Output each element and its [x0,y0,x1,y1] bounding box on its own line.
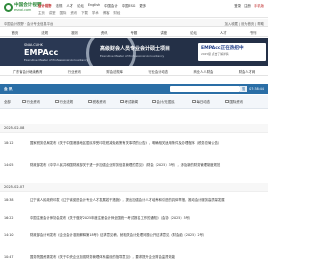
top-nav-item[interactable]: 论坛 [77,3,84,8]
banner-headline-block: 高级财会人员专业会计硕士项目 Executive Master of Profe… [100,45,195,58]
banner-headline-sub: Executive Master of Professional Account… [100,54,165,58]
filter-option-label: 国际资讯 [229,100,244,104]
checkbox-icon[interactable] [225,99,229,104]
logo-mark-icon [4,3,13,12]
link-strip: 广东省会计继续教育 行业资讯 财会法规库 行业会计动态 商业人人财会 财会人才网 [0,67,268,76]
current-time: 07:38:44 [249,87,264,91]
news-text[interactable]: 财政部发布《中华人民共和国财政部关于进一步加强企业财务信息管理的意见》（财会〔2… [30,163,264,168]
top-nav2-item[interactable]: 讲堂 [49,10,56,15]
checkbox-icon[interactable] [22,99,26,104]
news-search-input[interactable] [170,86,240,92]
top-header: 中国会计视野 esnai.com 会计视野 法规 人才 论坛 English 中… [0,0,268,18]
news-text[interactable]: 财政部会计司发布《企业会计准则解释第18号》征求意见稿，就相关会计处理问题公开征… [30,233,264,238]
checkbox-icon[interactable] [88,99,92,104]
top-nav2-item[interactable]: 主页 [38,10,45,15]
main-nav-item[interactable]: 论坛 [190,30,197,35]
login-link[interactable]: 登录 [234,3,241,8]
banner-left: SNAI-CUHK EMPAcc Executive Master of Pro… [0,38,90,66]
link-strip-item[interactable]: 财会法规库 [106,69,122,74]
link-strip-item[interactable]: 行业资讯 [68,69,81,74]
banner-program: EMPAcc [24,48,59,57]
news-search-button[interactable]: 搜 [240,86,247,92]
top-nav2-item[interactable]: 资讯 [70,10,77,15]
date-group-header: 2025-02-08 [0,124,268,133]
news-text[interactable]: 中国注册会计师协会发布《关于做好2025年度注册会计师全国统一考试报名工作的通知… [30,216,264,221]
category-filters: 全部 行业资讯 行业法规 税收资讯 考试新闻 会计/无居民 每日动态 国际资讯 [0,95,268,109]
checkbox-icon[interactable] [55,99,59,104]
promo-banner[interactable]: SNAI-CUHK EMPAcc Executive Master of Pro… [0,38,268,66]
news-time: 14:05 [4,163,14,167]
top-nav-item[interactable]: 中国ESG [122,3,136,8]
filter-all-label[interactable]: 全部 [4,99,11,104]
site-logo[interactable]: 中国会计视野 esnai.com [4,2,42,16]
main-nav-item[interactable]: 法规 [41,30,48,35]
main-nav-item[interactable]: 人才 [220,30,227,35]
top-nav-item[interactable]: 会计视野 [38,3,52,8]
date-group-header: 2025-02-07 [0,183,268,192]
banner-cta-sub: 2025级 点击了解详情 [201,52,229,56]
register-link[interactable]: 注册 [244,3,251,8]
link-strip-item[interactable]: 行业会计动态 [148,69,168,74]
section-title-bar: 会 讯 搜 07:38:44 [0,84,268,94]
main-nav-item[interactable]: 准则 [71,30,78,35]
checkbox-icon[interactable] [120,99,124,104]
filter-option[interactable]: 行业资讯 [22,99,40,104]
filter-option-label: 会计/无居民 [156,100,175,104]
news-text[interactable]: 国家税务总局发布《关于中国港澳地区居民享受印花税减免政策有关事项的公告》，明确相… [30,141,264,146]
top-nav-item[interactable]: 更多 [139,3,146,8]
sub-bar-left: 中国会计视野 · 会计专业信息平台 [4,22,54,26]
top-nav-item[interactable]: English [88,3,100,8]
section-title: 会 讯 [4,87,13,91]
banner-headline: 高级财会人员专业会计硕士项目 [100,46,171,52]
news-text[interactable]: 国务院国资委发布《关于中央企业加强财务管理体系建设的指导意见》，要求提升企业财会… [30,255,264,260]
main-nav-item[interactable]: 书刊 [250,30,257,35]
link-strip-item[interactable]: 财会人才网 [239,69,255,74]
news-time: 10:47 [4,255,14,259]
filter-option-label: 考试新闻 [124,100,139,104]
mobile-link[interactable]: 手机版 [254,3,264,8]
top-nav2-item[interactable]: 博客 [103,10,110,15]
main-nav-item[interactable]: 专题 [131,30,138,35]
link-strip-item[interactable]: 广东省会计继续教育 [13,69,43,74]
main-nav: 首页 法规 准则 资讯 专题 讲座 论坛 人才 书刊 [0,28,268,37]
top-nav-secondary: 主页 讲堂 国际 资讯 下载 学术 博客 财经 [38,10,120,15]
link-strip-item[interactable]: 商业人人财会 [194,69,214,74]
filter-option-label: 行业资讯 [26,100,41,104]
filter-option-label: 税收资讯 [92,100,107,104]
filter-option-label: 行业法规 [59,100,74,104]
top-nav2-item[interactable]: 国际 [60,10,67,15]
filter-option[interactable]: 每日动态 [192,99,210,104]
news-time: 14:10 [4,233,14,237]
sub-bar: 中国会计视野 · 会计专业信息平台 加入收藏 | 设为首页 | 帮助 [0,19,268,27]
banner-kicker: SNAI-CUHK [24,43,43,47]
banner-program-sub: Executive Master of Professional Account… [24,58,89,62]
filter-option-label: 每日动态 [196,100,211,104]
top-nav2-item[interactable]: 学术 [92,10,99,15]
banner-cta-title: EMPAcc正在热招中 [201,46,244,51]
banner-cta[interactable]: EMPAcc正在热招中 2025级 点击了解详情 [198,43,266,61]
main-nav-item[interactable]: 首页 [11,30,18,35]
checkbox-icon[interactable] [152,99,156,104]
sub-bar-right[interactable]: 加入收藏 | 设为首页 | 帮助 [225,21,264,26]
top-nav2-item[interactable]: 下载 [81,10,88,15]
main-nav-item[interactable]: 讲座 [160,30,167,35]
user-area: 登录 注册 手机版 [234,3,264,8]
filter-option[interactable]: 国际资讯 [225,99,243,104]
top-nav-item[interactable]: 法规 [56,3,63,8]
news-time: 18:12 [4,141,14,145]
top-nav-item[interactable]: 中国会计 [104,3,118,8]
logo-url: esnai.com [14,8,32,12]
top-nav-primary: 会计视野 法规 人才 论坛 English 中国会计 中国ESG 更多 [38,3,146,8]
top-nav-item[interactable]: 人才 [66,3,73,8]
filter-option[interactable]: 考试新闻 [120,99,138,104]
news-time: 16:22 [4,216,14,220]
main-nav-item[interactable]: 资讯 [101,30,108,35]
filter-option[interactable]: 行业法规 [55,99,73,104]
top-nav2-item[interactable]: 财经 [113,10,120,15]
filter-option[interactable]: 会计/无居民 [152,99,175,104]
checkbox-icon[interactable] [192,99,196,104]
news-time: 18:38 [4,198,14,202]
news-text[interactable]: 辽宁省人民政府印发《辽宁省促进会计专业人才发展若干措施》，提出加强会计人才培养和… [30,198,264,203]
filter-option[interactable]: 税收资讯 [88,99,106,104]
